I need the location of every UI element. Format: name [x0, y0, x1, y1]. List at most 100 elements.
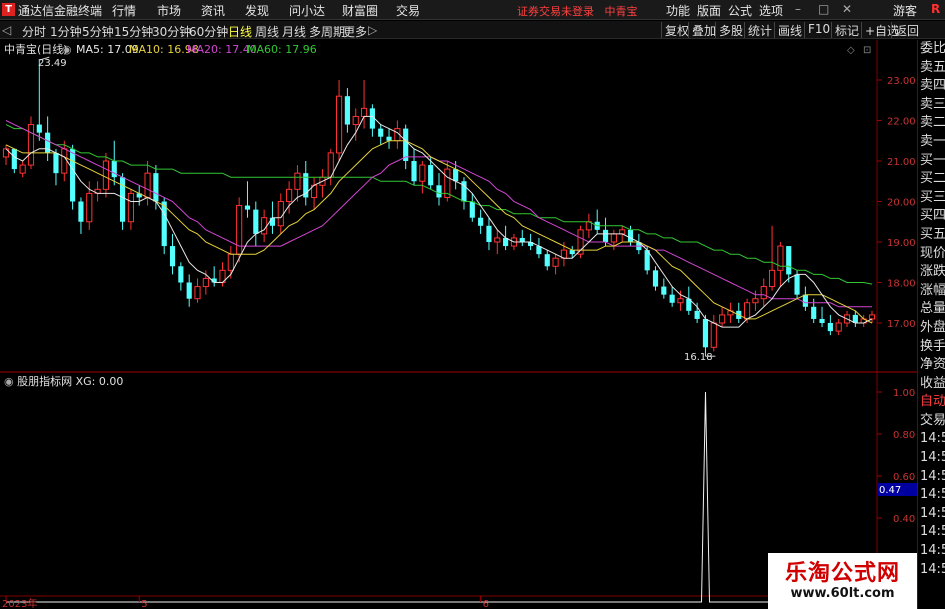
- candle: [319, 169, 326, 198]
- watermark-url: www.60lt.com: [790, 586, 895, 601]
- minimize-icon[interactable]: –: [795, 2, 801, 16]
- candle: [677, 290, 684, 311]
- candle: [585, 213, 592, 238]
- menu-item-ask[interactable]: 问小达: [289, 2, 325, 19]
- login-status: 证券交易未登录 中青宝: [517, 5, 638, 18]
- menu-item-formula[interactable]: 公式: [728, 2, 752, 19]
- tab-period-daily[interactable]: 日线: [228, 23, 252, 40]
- tab-period-monthly[interactable]: 月线: [282, 23, 306, 40]
- quote-item: 涨幅: [920, 282, 945, 298]
- candle: [819, 306, 825, 328]
- candle: [403, 124, 409, 170]
- button-statistics[interactable]: 统计: [744, 22, 775, 38]
- tab-period-5min[interactable]: 5分钟: [82, 23, 114, 40]
- tab-period-weekly[interactable]: 周线: [255, 23, 279, 40]
- date-tick-label: 5: [141, 599, 147, 609]
- maximize-icon[interactable]: □: [818, 2, 829, 16]
- tab-period-multi[interactable]: 多周期: [309, 23, 345, 40]
- candle: [519, 229, 525, 247]
- auto-trade-link[interactable]: 自动: [918, 393, 945, 412]
- button-draw[interactable]: 画线: [774, 22, 805, 38]
- ma60-label: MA60: 17.96: [247, 43, 317, 56]
- menu-item-function[interactable]: 功能: [666, 2, 690, 19]
- button-multi-stock[interactable]: 多股: [715, 22, 746, 38]
- button-f10[interactable]: F10: [804, 22, 833, 38]
- menu-item-layout[interactable]: 版面: [697, 2, 721, 19]
- candle: [45, 116, 51, 161]
- candle: [478, 209, 484, 234]
- tab-period-15min[interactable]: 15分钟: [114, 23, 153, 40]
- candle: [552, 254, 559, 275]
- candle: [360, 80, 368, 129]
- candle: [27, 116, 35, 170]
- quote-item: 卖四: [920, 78, 945, 94]
- menu-item-market[interactable]: 市场: [157, 2, 181, 19]
- candle: [111, 140, 117, 186]
- candle: [652, 266, 659, 291]
- tick-time: 14:56: [920, 431, 945, 447]
- tab-period-30min[interactable]: 30分钟: [152, 23, 191, 40]
- candle: [577, 225, 584, 259]
- candle: [436, 173, 442, 206]
- watermark-title: 乐淘公式网: [784, 561, 900, 586]
- candle: [70, 144, 76, 210]
- tab-period-1min[interactable]: 1分钟: [50, 23, 82, 40]
- dropdown-icon[interactable]: ▷: [368, 23, 377, 37]
- candle: [303, 161, 309, 206]
- indicator-tick-label: 1.00: [893, 388, 915, 399]
- indicator-menu-icon[interactable]: ◉: [4, 375, 17, 388]
- candle: [868, 310, 876, 323]
- candle: [327, 148, 334, 186]
- candles: [2, 60, 876, 357]
- indicator-current-value: 0.47: [879, 485, 901, 496]
- candle: [253, 201, 259, 247]
- moving-averages: [5, 56, 873, 357]
- indicator-tick-label: 0.80: [893, 430, 915, 441]
- button-back[interactable]: 返回: [891, 22, 922, 38]
- close-icon[interactable]: ✕: [842, 2, 852, 16]
- menu-item-discover[interactable]: 发现: [245, 2, 269, 19]
- trade-label[interactable]: 交易: [918, 412, 945, 431]
- candle: [835, 318, 842, 336]
- quote-item: 外盘: [920, 319, 945, 335]
- indicator-settings-icon[interactable]: ◉: [62, 43, 72, 56]
- quote-item: 卖一: [920, 133, 945, 149]
- period-toolbar: ◁ 分时 1分钟 5分钟 15分钟 30分钟 60分钟 日线 周线 月线 多周期…: [0, 21, 945, 39]
- menu-item-quotes[interactable]: 行情: [112, 2, 136, 19]
- candle: [19, 161, 26, 178]
- candle: [536, 237, 542, 259]
- quote-item: 买四: [920, 208, 945, 224]
- user-label[interactable]: 游客: [893, 2, 917, 19]
- tick-time: 14:56: [920, 524, 945, 540]
- quote-item: 买二: [920, 171, 945, 187]
- quote-item: 委比: [920, 41, 945, 56]
- candle: [802, 286, 808, 311]
- price-tick-label: 19.00: [887, 238, 916, 249]
- menu-item-news[interactable]: 资讯: [201, 2, 225, 19]
- tab-period-intraday[interactable]: 分时: [22, 23, 46, 40]
- button-mark[interactable]: 标记: [831, 22, 862, 38]
- r-badge-icon: R: [931, 2, 941, 16]
- ma5-line: [5, 115, 873, 328]
- candle: [236, 197, 243, 263]
- kline-chart[interactable]: 23.00 22.00 21.00 20.00 19.00 18.00 17.00 1.00…: [0, 40, 917, 609]
- collapse-arrow-icon[interactable]: ◁: [2, 23, 11, 37]
- date-tick-label: 6: [483, 599, 489, 609]
- tab-period-60min[interactable]: 60分钟: [189, 23, 228, 40]
- candle: [261, 209, 268, 242]
- menu-item-trade[interactable]: 交易: [396, 2, 420, 19]
- candle: [127, 189, 134, 230]
- candle: [594, 209, 600, 234]
- tick-time: 14:56: [920, 505, 945, 521]
- diamond-icon[interactable]: ◇: [847, 45, 855, 56]
- expand-icon[interactable]: ⊡: [863, 45, 871, 56]
- menu-bar: T 通达信金融终端 行情 市场 资讯 发现 问小达 财富圈 交易 证券交易未登录…: [0, 0, 945, 20]
- menu-item-wealth[interactable]: 财富圈: [342, 2, 378, 19]
- tab-period-more[interactable]: 更多: [343, 23, 367, 40]
- quote-item: 换手: [920, 338, 945, 354]
- candle: [335, 80, 343, 161]
- menu-item-options[interactable]: 选项: [759, 2, 783, 19]
- price-tick-label: 23.00: [887, 76, 916, 87]
- candle: [277, 193, 284, 234]
- candle: [378, 124, 384, 145]
